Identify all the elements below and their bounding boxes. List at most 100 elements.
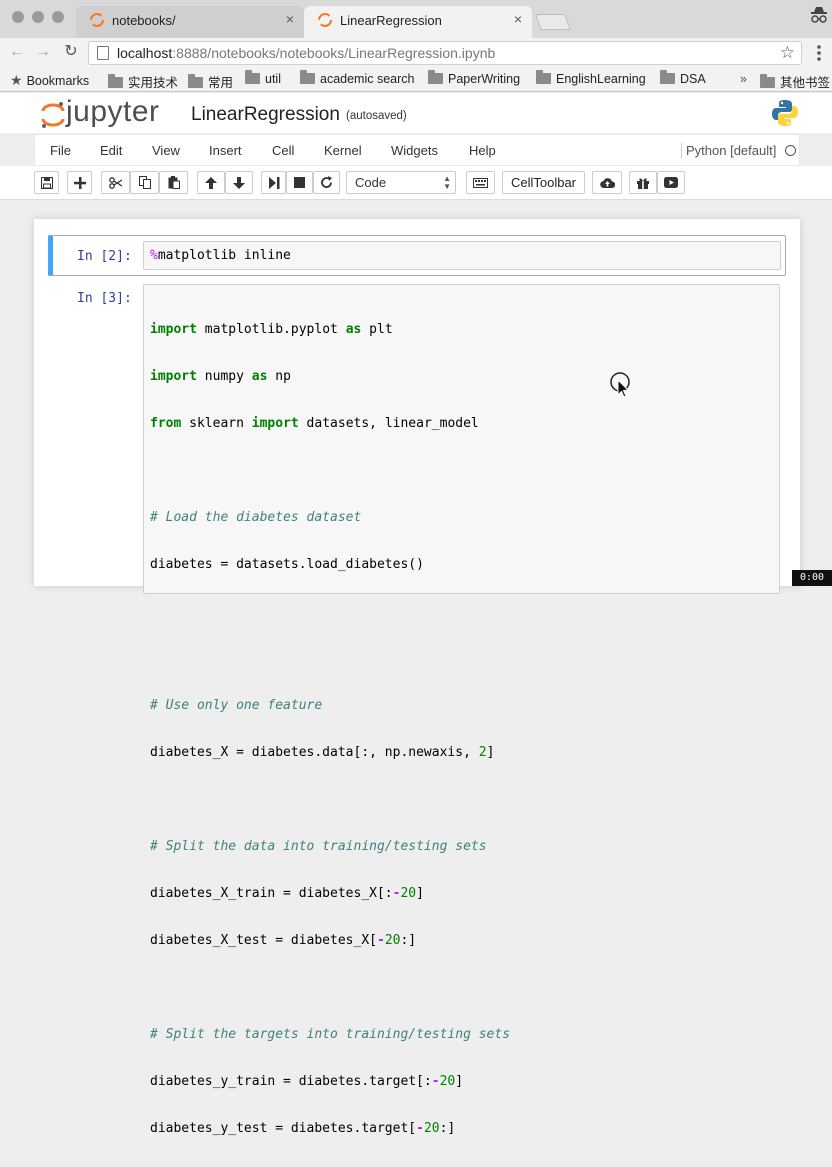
- save-icon: [40, 176, 53, 189]
- jupyter-menubar: File Edit View Insert Cell Kernel Widget…: [34, 134, 800, 166]
- menu-kernel[interactable]: Kernel: [324, 143, 362, 158]
- run-button[interactable]: [261, 171, 286, 194]
- python-logo-icon: [772, 100, 798, 126]
- command-palette-button[interactable]: [466, 171, 495, 194]
- upload-button[interactable]: [592, 171, 622, 194]
- code-line: diabetes = datasets.load_diabetes(): [150, 557, 424, 572]
- back-arrow-icon[interactable]: ←: [8, 43, 26, 61]
- tab-close-icon[interactable]: ×: [514, 11, 522, 27]
- move-up-button[interactable]: [197, 171, 225, 194]
- menu-help[interactable]: Help: [469, 143, 496, 158]
- gift-button[interactable]: [629, 171, 657, 194]
- stop-icon: [294, 177, 305, 188]
- celltoolbar-label: CellToolbar: [510, 175, 577, 190]
- notebook-title[interactable]: LinearRegression: [191, 104, 340, 126]
- url-text: localhost:8888/notebooks/notebooks/Linea…: [117, 45, 496, 61]
- page-icon: [97, 46, 109, 60]
- tab-close-icon[interactable]: ×: [286, 11, 294, 27]
- gift-icon: [637, 177, 649, 189]
- window-minimize-button[interactable]: [32, 11, 44, 23]
- code-input[interactable]: %matplotlib inline: [143, 241, 781, 270]
- save-status: (autosaved): [346, 110, 407, 122]
- arrow-up-icon: [205, 176, 217, 189]
- jupyter-logo-icon: [41, 102, 65, 128]
- bookmark-folder[interactable]: academic search: [300, 70, 415, 86]
- menu-insert[interactable]: Insert: [209, 143, 242, 158]
- window-zoom-button[interactable]: [52, 11, 64, 23]
- menu-file[interactable]: File: [50, 143, 71, 158]
- folder-icon: [245, 70, 260, 84]
- refresh-icon: [321, 176, 332, 188]
- jupyter-header: jupyter LinearRegression (autosaved): [0, 93, 832, 133]
- restart-kernel-button[interactable]: [313, 171, 340, 194]
- code-cell[interactable]: In [3]: import matplotlib.pyplot as plt …: [48, 284, 786, 1136]
- input-prompt: In [2]:: [77, 249, 132, 264]
- code-line: diabetes_y_train = diabetes.target[:-20]: [150, 1074, 464, 1089]
- bookmarks-bar: ★ Bookmarks 实用技术 常用 util academic search …: [0, 68, 832, 92]
- move-down-button[interactable]: [225, 171, 253, 194]
- browser-tab-strip: notebooks/ × LinearRegression ×: [0, 0, 832, 38]
- folder-icon: [536, 70, 551, 84]
- code-input[interactable]: import matplotlib.pyplot as plt import n…: [143, 284, 780, 1136]
- jupyter-favicon-icon: [90, 13, 104, 27]
- folder-icon: [760, 74, 775, 88]
- tab-notebooks[interactable]: notebooks/ ×: [76, 6, 304, 38]
- cell-type-value: Code: [355, 175, 387, 190]
- copy-button[interactable]: [130, 171, 159, 194]
- code-comment: # Split the data into training/testing s…: [150, 839, 487, 854]
- kernel-indicator: Python [default]: [681, 143, 776, 158]
- bookmarks-overflow-button[interactable]: »: [740, 72, 747, 86]
- paste-button[interactable]: [159, 171, 188, 194]
- kernel-idle-icon: [785, 145, 796, 156]
- cell-type-select[interactable]: Code ▲ ▼: [346, 171, 456, 194]
- cut-button[interactable]: [101, 171, 130, 194]
- youtube-play-icon: [664, 177, 678, 188]
- reload-icon[interactable]: ↻: [62, 43, 80, 61]
- bookmark-folder[interactable]: 实用技术: [108, 72, 178, 91]
- present-button[interactable]: [657, 171, 685, 194]
- scissors-icon: [109, 176, 122, 189]
- address-bar[interactable]: localhost:8888/notebooks/notebooks/Linea…: [88, 41, 802, 65]
- folder-icon: [428, 70, 443, 84]
- bookmark-folder[interactable]: util: [245, 70, 281, 86]
- window-close-button[interactable]: [12, 11, 24, 23]
- code-line: diabetes_X_train = diabetes_X[:-20]: [150, 886, 424, 901]
- menu-view[interactable]: View: [152, 143, 180, 158]
- folder-icon: [108, 74, 123, 88]
- mouse-cursor-icon: [610, 372, 630, 398]
- new-tab-button[interactable]: [535, 14, 571, 30]
- bookmark-folder[interactable]: DSA: [660, 70, 706, 86]
- bookmarks-button[interactable]: ★ Bookmarks: [10, 72, 89, 89]
- jupyter-toolbar: Code ▲ ▼ CellToolbar: [0, 166, 832, 200]
- folder-icon: [300, 70, 315, 84]
- code-line: from sklearn import datasets, linear_mod…: [150, 416, 479, 431]
- menu-edit[interactable]: Edit: [100, 143, 122, 158]
- menu-cell[interactable]: Cell: [272, 143, 294, 158]
- insert-cell-button[interactable]: [67, 171, 92, 194]
- menu-widgets[interactable]: Widgets: [391, 143, 438, 158]
- code-cell-selected[interactable]: In [2]: %matplotlib inline: [48, 235, 786, 276]
- bookmark-folder[interactable]: PaperWriting: [428, 70, 520, 86]
- tab-title: LinearRegression: [340, 13, 442, 28]
- copy-icon: [138, 176, 151, 189]
- celltoolbar-button[interactable]: CellToolbar: [502, 171, 585, 194]
- code-line: diabetes_X = diabetes.data[:, np.newaxis…: [150, 745, 495, 760]
- bookmark-folder[interactable]: EnglishLearning: [536, 70, 646, 86]
- code-comment: # Load the diabetes dataset: [150, 510, 362, 525]
- tab-linearregression[interactable]: LinearRegression ×: [304, 6, 532, 38]
- bookmark-folder[interactable]: 其他书签: [760, 72, 830, 91]
- bookmark-star-icon[interactable]: ☆: [780, 43, 795, 63]
- browser-navbar: ← → ↻ localhost:8888/notebooks/notebooks…: [0, 38, 832, 68]
- interrupt-button[interactable]: [286, 171, 313, 194]
- bookmark-folder[interactable]: 常用: [188, 72, 233, 91]
- code-line: import matplotlib.pyplot as plt: [150, 322, 393, 337]
- forward-arrow-icon[interactable]: →: [34, 43, 52, 61]
- browser-menu-icon[interactable]: [810, 43, 828, 63]
- save-button[interactable]: [34, 171, 59, 194]
- paste-icon: [168, 176, 180, 189]
- step-forward-icon: [268, 176, 279, 189]
